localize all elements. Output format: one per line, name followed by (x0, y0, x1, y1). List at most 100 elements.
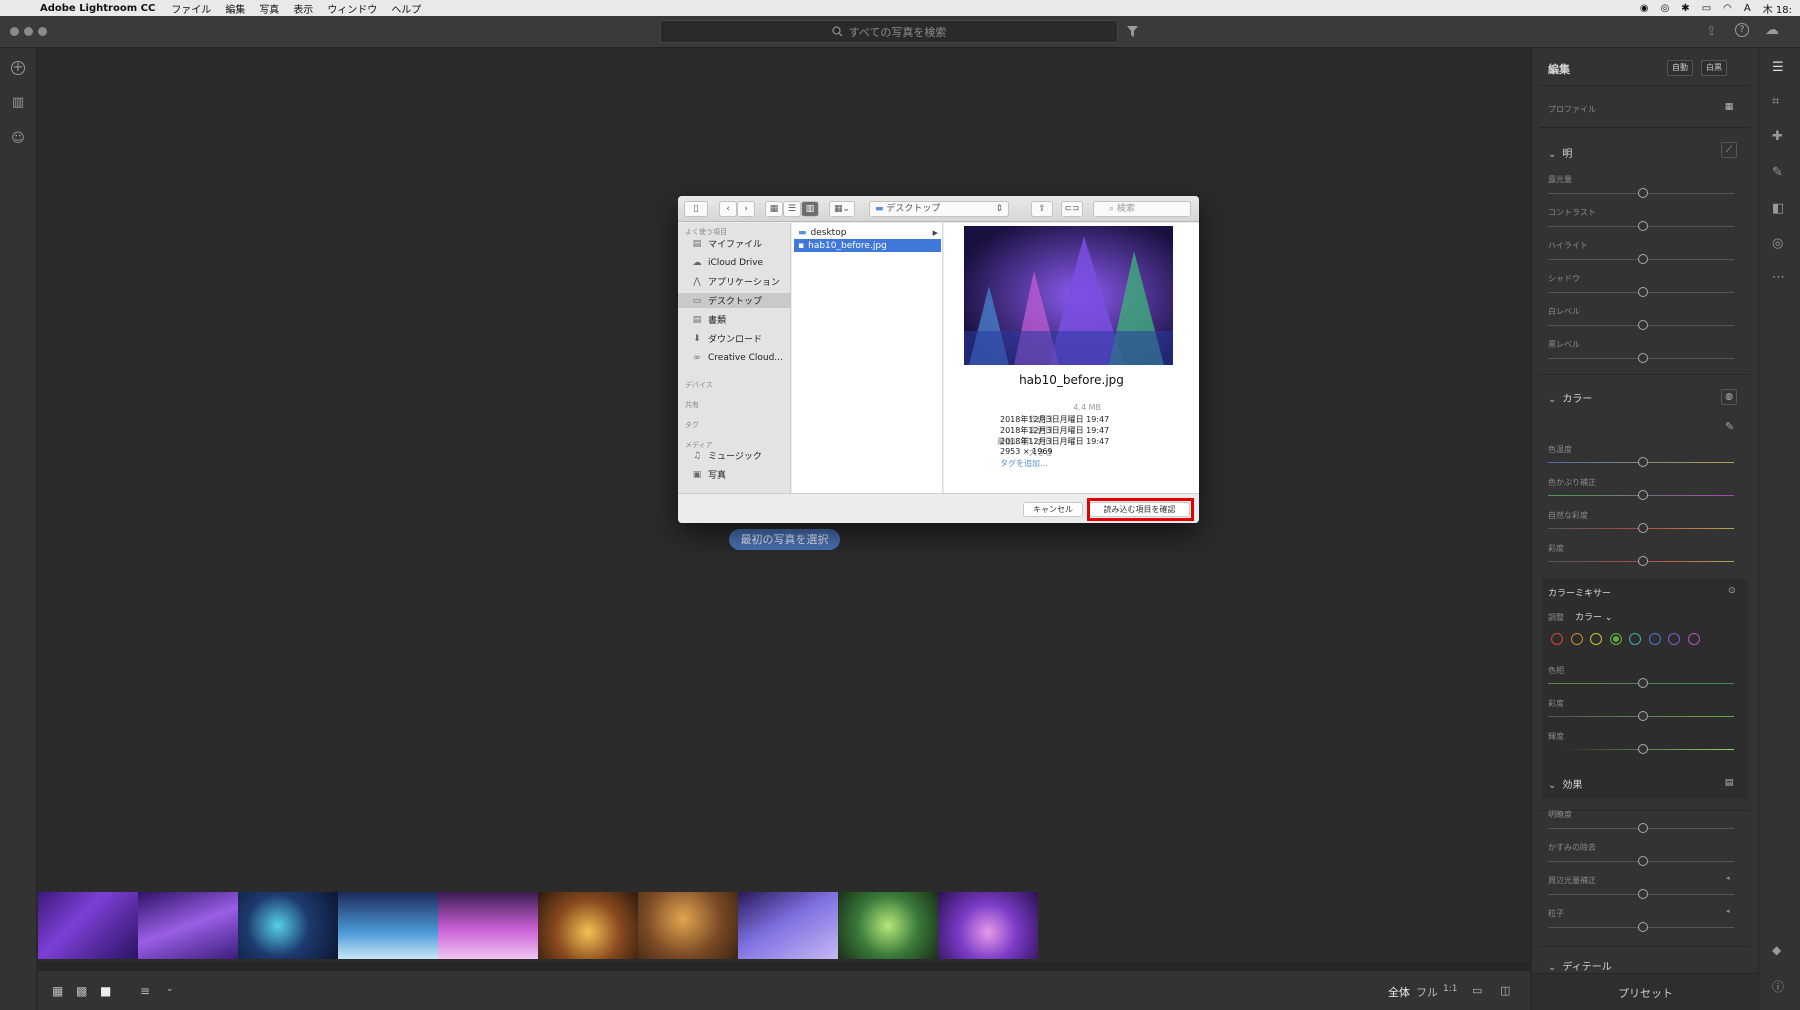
effects-section-header[interactable]: ⌄ 効果 (1548, 776, 1582, 791)
grain-slider-knob[interactable] (1638, 922, 1648, 932)
vibrance-slider-knob[interactable] (1638, 523, 1648, 533)
cancel-button[interactable]: キャンセル (1023, 502, 1083, 517)
photo-grid-icon[interactable]: ▩ (76, 984, 87, 998)
highlights-slider-knob[interactable] (1638, 254, 1648, 264)
presets-bar[interactable]: プリセット (1532, 973, 1759, 1010)
bw-button[interactable]: 白黒 (1701, 60, 1727, 76)
dehaze-slider-knob[interactable] (1638, 856, 1648, 866)
photo-search-input[interactable]: すべての写真を検索 (660, 20, 1118, 43)
color-swatch[interactable] (1687, 633, 1700, 645)
color-swatch[interactable] (1609, 633, 1622, 645)
menu-help[interactable]: ヘルプ (391, 1, 421, 16)
sidebar-item-desktop[interactable]: ▭ デスクトップ (678, 293, 791, 308)
forward-icon[interactable]: › (737, 201, 755, 217)
color-swatch[interactable] (1648, 633, 1661, 645)
filmstrip-thumb[interactable] (738, 892, 838, 959)
filmstrip-thumb[interactable] (838, 892, 938, 959)
filmstrip-thumb[interactable] (538, 892, 638, 959)
filmstrip-thumb[interactable] (138, 892, 238, 959)
brush-icon[interactable]: ✎ (1772, 165, 1783, 180)
minimize-window-button[interactable] (24, 27, 33, 36)
sidebar-item-photos[interactable]: ▣ 写真 (678, 467, 791, 482)
grain-expand-icon[interactable]: ◂ (1726, 907, 1730, 915)
clarity-slider-knob[interactable] (1638, 823, 1648, 833)
cloud-sync-icon[interactable]: ☁ (1765, 22, 1779, 38)
menu-photo[interactable]: 写真 (259, 1, 279, 16)
luminance-slider-knob[interactable] (1638, 744, 1648, 754)
contrast-slider-knob[interactable] (1638, 221, 1648, 231)
add-tags-link[interactable]: タグを追加... (1000, 458, 1048, 469)
color-swatch[interactable] (1629, 633, 1641, 645)
sidebar-item-applications[interactable]: ⋀ アプリケーション (678, 274, 791, 289)
temperature-slider-knob[interactable] (1638, 457, 1648, 467)
share-icon[interactable]: ⇪ (1031, 201, 1053, 217)
sidebar-item-my-files[interactable]: ▤ マイファイル (678, 236, 791, 251)
color-swatch[interactable] (1551, 633, 1563, 645)
color-swatch[interactable] (1668, 633, 1680, 645)
wifi-icon[interactable]: ◠ (1723, 3, 1732, 14)
crop-icon[interactable]: ⌗ (1772, 94, 1779, 109)
tag-icon[interactable]: ⊂⊃ (1061, 201, 1083, 217)
sidebar-item-documents[interactable]: ▤ 書類 (678, 312, 791, 327)
sidebar-item-downloads[interactable]: ⬇ ダウンロード (678, 331, 791, 346)
zoom-window-button[interactable] (38, 27, 47, 36)
filmstrip-toggle-icon[interactable]: ▭ (1472, 984, 1482, 997)
people-icon[interactable]: ☺ (10, 131, 26, 147)
select-first-photo-button[interactable]: 最初の写真を選択 (729, 529, 840, 550)
effects-icon[interactable]: ▤ (1721, 776, 1737, 792)
filmstrip-thumb[interactable] (638, 892, 738, 959)
close-window-button[interactable] (10, 27, 19, 36)
list-view-icon[interactable]: ☰ (783, 201, 801, 217)
zoom-fill[interactable]: フル (1416, 984, 1438, 1000)
exposure-slider-knob[interactable] (1638, 188, 1648, 198)
compare-icon[interactable]: ◫ (1500, 984, 1510, 997)
filmstrip-thumb[interactable] (338, 892, 438, 959)
column-view-icon[interactable]: ▥ (801, 201, 819, 217)
shadows-slider-knob[interactable] (1638, 287, 1648, 297)
filmstrip-thumb[interactable] (38, 892, 138, 959)
linear-gradient-icon[interactable]: ◧ (1772, 201, 1784, 216)
info-icon[interactable]: ⓘ (1772, 978, 1784, 995)
adjust-dropdown[interactable]: カラー ⌄ (1575, 610, 1612, 623)
filter-icon[interactable] (1127, 26, 1138, 37)
color-grading-icon[interactable]: ◍ (1721, 389, 1737, 405)
filmstrip-thumb[interactable] (438, 892, 538, 959)
help-icon[interactable]: ? (1735, 23, 1749, 37)
zoom-1to1[interactable]: 1:1 (1443, 984, 1457, 994)
whites-slider-knob[interactable] (1638, 320, 1648, 330)
sidebar-item-music[interactable]: ♫ ミュージック (678, 448, 791, 463)
auto-button[interactable]: 自動 (1667, 60, 1693, 76)
icon-view-icon[interactable]: ▦ (765, 201, 783, 217)
sort-dropdown-chevron-icon[interactable]: ⌄ (166, 984, 174, 994)
bluetooth-icon[interactable]: ✱ (1681, 3, 1689, 14)
healing-brush-icon[interactable]: ✚ (1772, 129, 1783, 144)
square-grid-icon[interactable]: ▦ (52, 984, 63, 998)
clock[interactable]: 木 18: (1763, 1, 1792, 16)
record-icon[interactable]: ◉ (1640, 3, 1649, 14)
tag-icon[interactable]: ◆ (1772, 943, 1781, 957)
sort-icon[interactable]: ≡ (140, 984, 150, 998)
menu-window[interactable]: ウィンドウ (327, 1, 377, 16)
profile-browser-icon[interactable]: ▦ (1721, 100, 1737, 116)
tint-slider-knob[interactable] (1638, 490, 1648, 500)
add-photos-icon[interactable]: + (11, 61, 25, 75)
tone-curve-icon[interactable]: ⟋ (1721, 142, 1737, 158)
sidebar-toggle-icon[interactable]: ▯ (684, 201, 708, 217)
detail-section-header[interactable]: ⌄ ディテール (1548, 958, 1612, 973)
mixer-toggle-icon[interactable]: ⊙ (1728, 586, 1736, 596)
app-menu[interactable]: Adobe Lightroom CC (40, 3, 155, 14)
menu-view[interactable]: 表示 (293, 1, 313, 16)
eyedropper-icon[interactable]: ✎ (1725, 420, 1734, 433)
sidebar-item-icloud[interactable]: ☁ iCloud Drive (678, 255, 791, 270)
list-item-selected-file[interactable]: ▪ hab10_before.jpg (794, 239, 941, 252)
color-swatch[interactable] (1570, 633, 1583, 645)
menu-edit[interactable]: 編集 (225, 1, 245, 16)
filmstrip-thumb[interactable] (938, 892, 1038, 959)
color-section-header[interactable]: ⌄ カラー (1548, 390, 1592, 405)
radial-gradient-icon[interactable]: ◎ (1772, 236, 1783, 251)
filmstrip-thumb[interactable] (238, 892, 338, 959)
vignette-slider-knob[interactable] (1638, 889, 1648, 899)
menu-file[interactable]: ファイル (171, 1, 211, 16)
dialog-search-input[interactable]: ⌕ 検索 (1093, 201, 1191, 217)
filmstrip-scrollbar[interactable] (38, 962, 1530, 970)
